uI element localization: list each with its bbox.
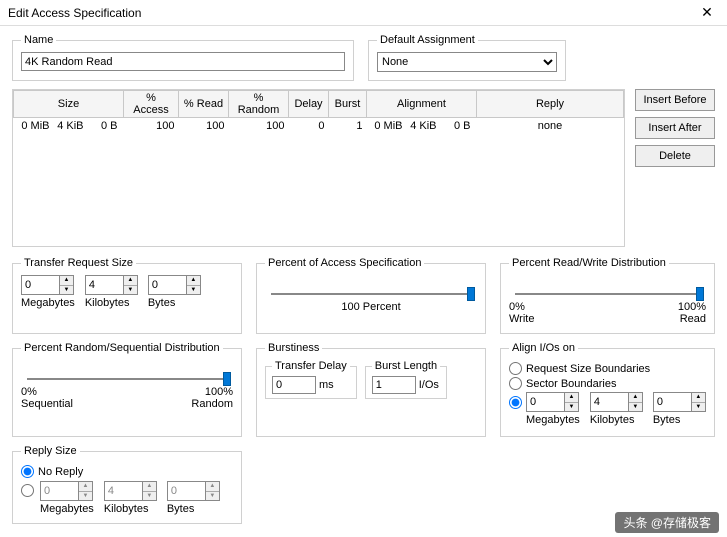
burstiness-fieldset: Burstiness Transfer Delay ms Burst Lengt… [256, 342, 486, 437]
down-icon[interactable]: ▼ [124, 286, 137, 295]
align-custom-radio[interactable] [509, 396, 522, 409]
burst-length-input[interactable] [372, 376, 416, 394]
assignment-select[interactable]: None [377, 52, 557, 72]
percent-random-seq-fieldset: Percent Random/Sequential Distribution 0… [12, 342, 242, 437]
align-io-fieldset: Align I/Os on Request Size Boundaries Se… [500, 342, 715, 437]
col-reply[interactable]: Reply [477, 91, 624, 118]
transfer-delay-input[interactable] [272, 376, 316, 394]
down-icon[interactable]: ▼ [143, 492, 156, 501]
align-sector-radio[interactable]: Sector Boundaries [509, 377, 706, 390]
assignment-fieldset: Default Assignment None [368, 34, 566, 81]
read-write-slider[interactable] [515, 293, 700, 295]
titlebar: Edit Access Specification ✕ [0, 0, 727, 26]
reply-kb-stepper[interactable]: ▲▼ [104, 481, 157, 501]
assignment-legend: Default Assignment [377, 34, 478, 46]
transfer-request-size-fieldset: Transfer Request Size ▲▼ Megabytes ▲▼ Ki… [12, 257, 242, 334]
name-fieldset: Name [12, 34, 354, 81]
down-icon[interactable]: ▼ [187, 286, 200, 295]
trs-mb-stepper[interactable]: ▲▼ [21, 275, 74, 295]
up-icon[interactable]: ▲ [143, 482, 156, 492]
col-size[interactable]: Size [14, 91, 124, 118]
trs-b-stepper[interactable]: ▲▼ [148, 275, 201, 295]
up-icon[interactable]: ▲ [124, 276, 137, 286]
align-mb-stepper[interactable]: ▲▼ [526, 392, 579, 412]
down-icon[interactable]: ▼ [565, 403, 578, 412]
percent-access-fieldset: Percent of Access Specification 100 Perc… [256, 257, 486, 334]
trs-kb-stepper[interactable]: ▲▼ [85, 275, 138, 295]
name-input[interactable] [21, 52, 345, 71]
align-b-stepper[interactable]: ▲▼ [653, 392, 706, 412]
up-icon[interactable]: ▲ [79, 482, 92, 492]
up-icon[interactable]: ▲ [629, 393, 642, 403]
align-request-radio[interactable]: Request Size Boundaries [509, 362, 706, 375]
reply-mb-stepper[interactable]: ▲▼ [40, 481, 93, 501]
up-icon[interactable]: ▲ [206, 482, 219, 492]
insert-after-button[interactable]: Insert After [635, 117, 715, 139]
col-access[interactable]: % Access [124, 91, 179, 118]
up-icon[interactable]: ▲ [60, 276, 73, 286]
name-legend: Name [21, 34, 56, 46]
insert-before-button[interactable]: Insert Before [635, 89, 715, 111]
col-burst[interactable]: Burst [329, 91, 367, 118]
col-delay[interactable]: Delay [289, 91, 329, 118]
up-icon[interactable]: ▲ [565, 393, 578, 403]
delete-button[interactable]: Delete [635, 145, 715, 167]
transfer-delay-fieldset: Transfer Delay ms [265, 360, 357, 399]
reply-b-stepper[interactable]: ▲▼ [167, 481, 220, 501]
col-read[interactable]: % Read [179, 91, 229, 118]
close-icon[interactable]: ✕ [687, 0, 727, 26]
percent-access-slider[interactable] [271, 293, 471, 295]
random-seq-slider[interactable] [27, 378, 227, 380]
reply-size-fieldset: Reply Size No Reply ▲▼ Megabytes ▲▼ Kilo… [12, 445, 242, 524]
align-kb-stepper[interactable]: ▲▼ [590, 392, 643, 412]
down-icon[interactable]: ▼ [629, 403, 642, 412]
down-icon[interactable]: ▼ [206, 492, 219, 501]
up-icon[interactable]: ▲ [187, 276, 200, 286]
down-icon[interactable]: ▼ [692, 403, 705, 412]
up-icon[interactable]: ▲ [692, 393, 705, 403]
percent-read-write-fieldset: Percent Read/Write Distribution 0%Write … [500, 257, 715, 334]
down-icon[interactable]: ▼ [79, 492, 92, 501]
burst-length-fieldset: Burst Length I/Os [365, 360, 447, 399]
no-reply-radio[interactable]: No Reply [21, 465, 233, 478]
table-row[interactable]: 0 MiB 4 KiB 0 B 100 100 100 0 1 0 MiB 4 … [14, 118, 624, 134]
col-alignment[interactable]: Alignment [367, 91, 477, 118]
access-spec-table[interactable]: Size % Access % Read % Random Delay Burs… [12, 89, 625, 247]
window-title: Edit Access Specification [8, 6, 141, 20]
col-random[interactable]: % Random [229, 91, 289, 118]
down-icon[interactable]: ▼ [60, 286, 73, 295]
reply-custom-radio[interactable] [21, 484, 34, 497]
